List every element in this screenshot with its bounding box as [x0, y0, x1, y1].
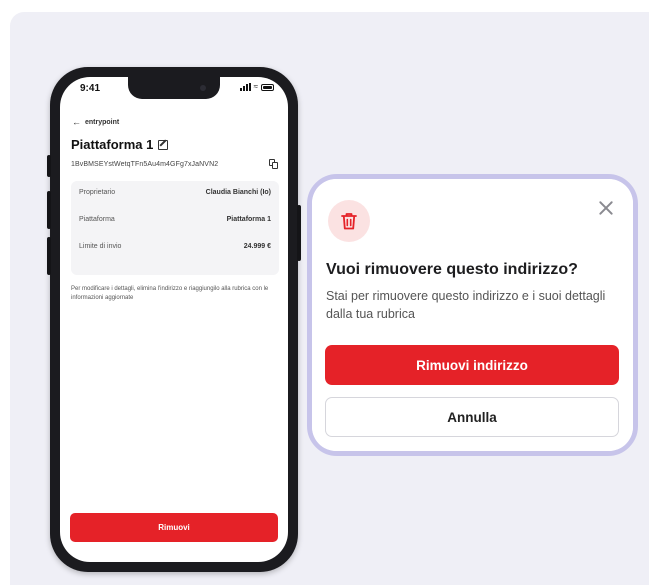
- phone-power-button: [297, 205, 301, 261]
- detail-value: 24.999 €: [243, 243, 271, 250]
- status-time: 9:41: [80, 83, 101, 94]
- trash-icon: [341, 213, 357, 230]
- back-link[interactable]: ← entrypoint: [72, 117, 119, 127]
- detail-value: Claudia Bianchi (Io): [205, 189, 271, 196]
- back-label: entrypoint: [85, 118, 120, 126]
- detail-label: Piattaforma: [79, 216, 115, 223]
- background-panel: 9:41 ≈ ← entrypoint Piattaforma 1 1BvBMS…: [10, 12, 649, 585]
- phone-title-row: Piattaforma 1: [71, 137, 169, 152]
- back-arrow-icon: ←: [72, 117, 81, 127]
- cancel-button[interactable]: Annulla: [325, 397, 619, 437]
- wallet-address: 1BvBMSEYstWetqTFn5Au4m4GFg7xJaNVN2: [71, 160, 219, 168]
- detail-label: Proprietario: [79, 189, 116, 196]
- detail-value: Piattaforma 1: [226, 216, 271, 223]
- trash-badge: [328, 200, 370, 242]
- phone-volume-up: [47, 191, 51, 229]
- signal-icon: [239, 83, 251, 91]
- phone-mockup: 9:41 ≈ ← entrypoint Piattaforma 1 1BvBMS…: [47, 67, 301, 572]
- wifi-icon: ≈: [253, 82, 258, 91]
- confirm-dialog: Vuoi rimuovere questo indirizzo? Stai pe…: [312, 179, 633, 451]
- dialog-title: Vuoi rimuovere questo indirizzo?: [326, 261, 578, 278]
- detail-label: Limite di invio: [79, 243, 122, 250]
- camera-dot: [200, 85, 206, 91]
- close-icon[interactable]: [597, 199, 615, 217]
- detail-row-limit: Limite di invio 24.999 €: [79, 243, 271, 250]
- details-card: Proprietario Claudia Bianchi (Io) Piatta…: [71, 181, 279, 275]
- detail-row-platform: Piattaforma Piattaforma 1: [79, 216, 271, 223]
- status-icons: ≈: [239, 82, 274, 91]
- confirm-remove-button[interactable]: Rimuovi indirizzo: [325, 345, 619, 385]
- edit-icon[interactable]: [158, 139, 169, 150]
- phone-screen: 9:41 ≈ ← entrypoint Piattaforma 1 1BvBMS…: [60, 77, 288, 562]
- info-note: Per modificare i dettagli, elimina l'ind…: [71, 286, 269, 301]
- remove-button[interactable]: Rimuovi: [70, 513, 278, 542]
- phone-side-button: [47, 155, 51, 177]
- dialog-frame: Vuoi rimuovere questo indirizzo? Stai pe…: [307, 174, 638, 456]
- phone-title: Piattaforma 1: [71, 137, 154, 152]
- detail-row-owner: Proprietario Claudia Bianchi (Io): [79, 189, 271, 196]
- phone-volume-down: [47, 237, 51, 275]
- dialog-body: Stai per rimuovere questo indirizzo e i …: [326, 289, 606, 321]
- phone-notch: [128, 77, 220, 99]
- battery-icon: [261, 83, 274, 91]
- copy-icon[interactable]: [269, 159, 279, 169]
- address-row: 1BvBMSEYstWetqTFn5Au4m4GFg7xJaNVN2: [71, 159, 279, 169]
